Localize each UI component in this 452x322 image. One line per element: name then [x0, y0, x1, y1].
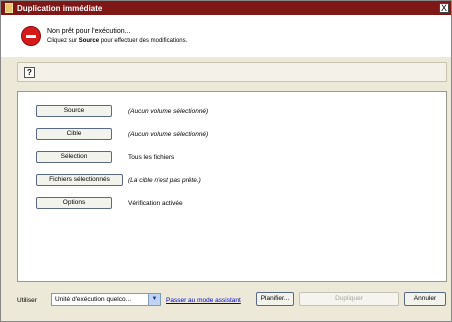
row-source: Source (Aucun volume sélectionné) — [36, 105, 208, 117]
footer: Utiliser Unité d'exécution quelco... ▼ P… — [1, 287, 451, 317]
status-subtitle: Cliquez sur Source pour effectuer des mo… — [47, 38, 187, 44]
target-button[interactable]: Cible — [36, 128, 112, 140]
status-sub-bold: Source — [78, 38, 100, 44]
settings-panel: Source (Aucun volume sélectionné) Cible … — [17, 91, 447, 282]
close-button[interactable]: X — [439, 3, 449, 13]
window-title: Duplication immédiate — [17, 3, 103, 13]
row-target: Cible (Aucun volume sélectionné) — [36, 128, 208, 140]
app-icon — [5, 3, 13, 13]
execution-unit-value: Unité d'exécution quelco... — [55, 296, 132, 303]
stop-icon — [21, 26, 41, 46]
status-sub-prefix: Cliquez sur — [47, 38, 79, 44]
dialog-window: Duplication immédiate X Non prêt pour l'… — [0, 0, 452, 322]
duplicate-button[interactable]: Dupliquer — [299, 292, 399, 306]
execution-unit-select[interactable]: Unité d'exécution quelco... ▼ — [51, 293, 161, 306]
source-button[interactable]: Source — [36, 105, 112, 117]
status-sub-suffix: pour effectuer des modifications. — [99, 38, 188, 44]
selected-files-value: (La cible n'est pas prête.) — [128, 176, 201, 184]
title-bar[interactable]: Duplication immédiate X — [1, 1, 451, 15]
selected-files-button[interactable]: Fichiers sélectionnés — [36, 174, 123, 186]
selection-value: Tous les fichiers — [128, 153, 175, 161]
target-value: (Aucun volume sélectionné) — [128, 130, 209, 138]
options-value: Vérification activée — [128, 199, 183, 207]
toolbar: ? — [17, 62, 447, 82]
use-label: Utiliser — [17, 297, 37, 304]
help-icon[interactable]: ? — [24, 67, 35, 78]
chevron-down-icon[interactable]: ▼ — [148, 294, 160, 305]
status-header: Non prêt pour l'exécution... Cliquez sur… — [1, 15, 451, 57]
schedule-button[interactable]: Planifier... — [256, 292, 294, 306]
source-value: (Aucun volume sélectionné) — [128, 107, 209, 115]
cancel-button[interactable]: Annuler — [404, 292, 446, 306]
assistant-mode-link[interactable]: Passer au mode assistant — [166, 297, 241, 304]
options-button[interactable]: Options — [36, 197, 112, 209]
row-selected-files: Fichiers sélectionnés (La cible n'est pa… — [36, 174, 201, 186]
row-selection: Sélection Tous les fichiers — [36, 151, 174, 163]
selection-button[interactable]: Sélection — [36, 151, 112, 163]
status-title: Non prêt pour l'exécution... — [47, 28, 131, 35]
row-options: Options Vérification activée — [36, 197, 183, 209]
